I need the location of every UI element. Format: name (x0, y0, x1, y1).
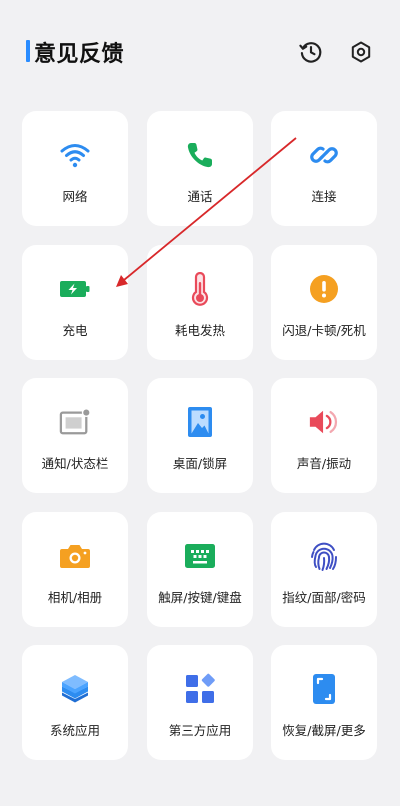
tile-recovery-screenshot-more[interactable]: 恢复/截屏/更多 (271, 645, 377, 760)
apps-icon (184, 673, 216, 705)
keyboard-icon (184, 540, 216, 572)
wifi-icon (59, 139, 91, 171)
fingerprint-icon (308, 540, 340, 572)
header: 意见反馈 (0, 0, 400, 100)
tile-sound-vibration[interactable]: 声音/振动 (271, 378, 377, 493)
alert-icon (308, 273, 340, 305)
tile-desktop-lock[interactable]: 桌面/锁屏 (147, 378, 253, 493)
tile-label: 恢复/截屏/更多 (282, 723, 366, 738)
tile-call[interactable]: 通话 (147, 111, 253, 226)
tile-power-heat[interactable]: 耗电发热 (147, 245, 253, 360)
tile-camera-gallery[interactable]: 相机/相册 (22, 512, 128, 627)
camera-icon (59, 540, 91, 572)
tile-notification[interactable]: 通知/状态栏 (22, 378, 128, 493)
layers-icon (59, 673, 91, 705)
history-icon (299, 42, 322, 63)
tile-network[interactable]: 网络 (22, 111, 128, 226)
tile-connection[interactable]: 连接 (271, 111, 377, 226)
tile-label: 网络 (62, 189, 88, 204)
tile-label: 通话 (187, 189, 213, 204)
history-button[interactable] (297, 38, 325, 66)
link-icon (308, 139, 340, 171)
feedback-page: 意见反馈 网络 通话 连接 充电 耗电发热 闪退/卡顿/死机 通知/状态栏 桌面… (0, 0, 400, 806)
tile-third-party-apps[interactable]: 第三方应用 (147, 645, 253, 760)
tile-label: 系统应用 (49, 723, 100, 738)
tile-system-apps[interactable]: 系统应用 (22, 645, 128, 760)
tile-label: 第三方应用 (168, 723, 232, 738)
tile-charging[interactable]: 充电 (22, 245, 128, 360)
phone-icon (184, 139, 216, 171)
settings-button[interactable] (347, 38, 375, 66)
tile-label: 闪退/卡顿/死机 (282, 323, 366, 338)
tile-touch-keys-keyboard[interactable]: 触屏/按键/键盘 (147, 512, 253, 627)
tile-label: 连接 (311, 189, 337, 204)
thermometer-icon (184, 272, 216, 306)
settings-icon (351, 41, 371, 63)
tile-fingerprint-face-password[interactable]: 指纹/面部/密码 (271, 512, 377, 627)
tile-label: 充电 (62, 323, 88, 338)
wallpaper-icon (184, 406, 216, 438)
speaker-icon (308, 406, 340, 438)
battery-charging-icon (59, 273, 91, 305)
tile-label: 桌面/锁屏 (172, 456, 228, 471)
tile-label: 通知/状态栏 (41, 456, 109, 471)
screenshot-icon (308, 673, 340, 705)
tile-label: 耗电发热 (174, 323, 225, 338)
title-accent-bar (26, 40, 30, 62)
tile-label: 触屏/按键/键盘 (158, 590, 242, 605)
page-title: 意见反馈 (34, 42, 125, 67)
tile-crash-lag[interactable]: 闪退/卡顿/死机 (271, 245, 377, 360)
tile-label: 指纹/面部/密码 (282, 590, 366, 605)
notification-icon (59, 406, 91, 438)
tile-label: 相机/相册 (47, 590, 103, 605)
tile-label: 声音/振动 (296, 456, 352, 471)
